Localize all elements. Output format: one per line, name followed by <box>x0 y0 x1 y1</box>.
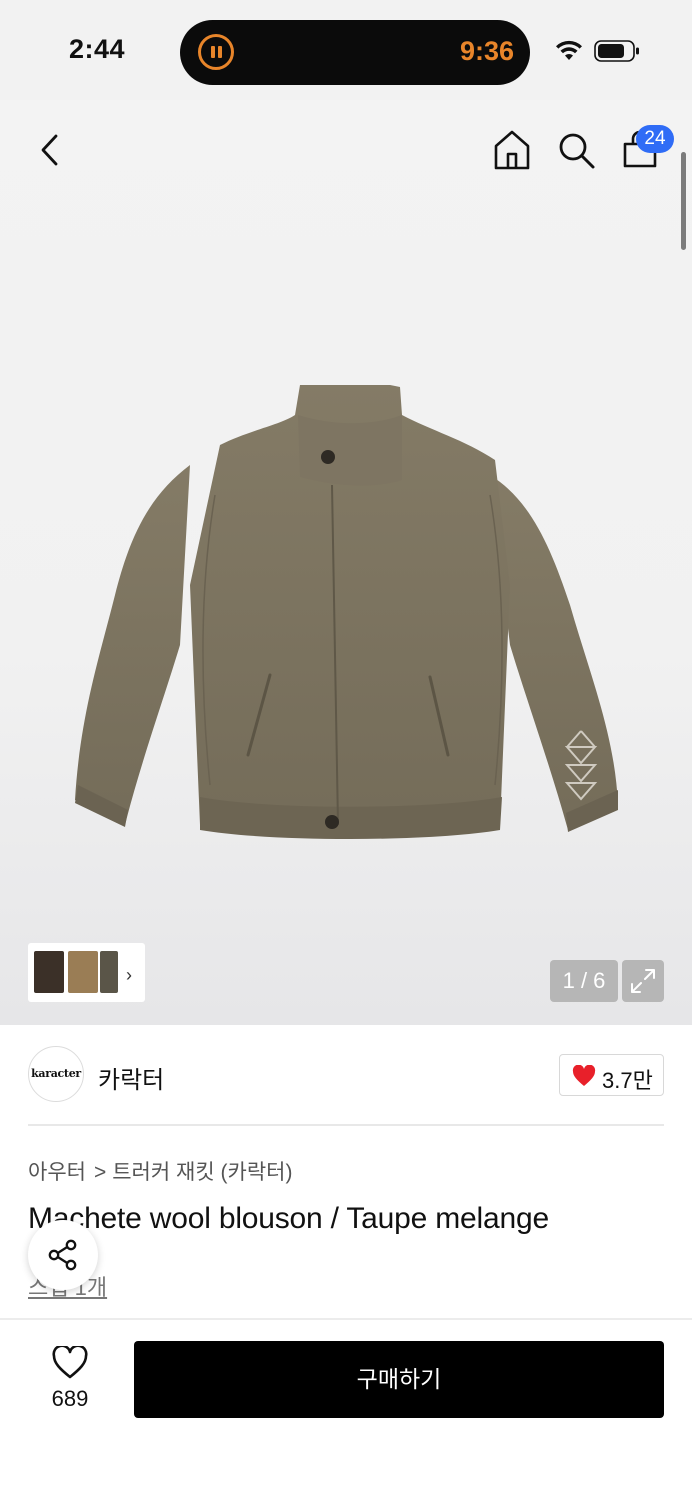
back-icon[interactable] <box>30 130 70 170</box>
brand-name[interactable]: 카락터 <box>98 1060 164 1095</box>
bottom-bar-divider <box>0 1318 692 1320</box>
expand-button[interactable] <box>622 960 664 1002</box>
island-timer: 9:36 <box>459 36 514 66</box>
brand-like-button[interactable]: 3.7만 <box>559 1054 664 1096</box>
page-indicator: 1 / 6 <box>550 960 618 1002</box>
brand-logo[interactable]: karacter <box>28 1046 84 1102</box>
divider <box>28 1124 664 1126</box>
share-icon <box>48 1239 77 1271</box>
product-title: Machete wool blouson / Taupe melange <box>28 1202 549 1235</box>
heart-filled-icon <box>572 1065 596 1086</box>
chevron-right-icon[interactable]: › <box>126 965 132 986</box>
breadcrumb-subcategory[interactable]: 트러커 재킷 (카락터) <box>112 1161 292 1184</box>
wishlist-button[interactable]: 689 <box>40 1346 100 1412</box>
dynamic-island[interactable]: 9:36 <box>180 20 530 85</box>
breadcrumb-category[interactable]: 아우터 <box>28 1161 86 1184</box>
status-time: 2:44 <box>69 34 126 64</box>
breadcrumb-separator: > <box>93 1161 107 1184</box>
brand-like-count: 3.7만 <box>602 1068 653 1093</box>
heart-outline-icon <box>52 1346 88 1379</box>
pause-icon[interactable] <box>198 34 234 70</box>
thumbnail-dark-brown[interactable] <box>34 951 64 993</box>
cart-badge: 24 <box>636 125 674 153</box>
home-icon[interactable] <box>492 128 532 172</box>
battery-icon <box>594 40 639 62</box>
search-icon[interactable] <box>556 130 596 170</box>
share-button[interactable] <box>28 1220 98 1290</box>
wifi-icon <box>556 40 582 60</box>
thumbnail-olive[interactable] <box>100 951 118 993</box>
scroll-indicator <box>681 152 686 250</box>
buy-button[interactable]: 구매하기 <box>134 1341 664 1418</box>
thumbnail-camel[interactable] <box>68 951 98 993</box>
status-bar: 2:44 9:36 <box>0 0 692 100</box>
breadcrumb: 아우터 > 트러커 재킷 (카락터) <box>28 1156 292 1186</box>
product-gallery[interactable]: 24 › 1 / 6 <box>0 100 692 1025</box>
wishlist-count: 689 <box>51 1386 89 1411</box>
expand-icon <box>631 969 655 993</box>
thumbnail-strip[interactable]: › <box>28 943 145 1002</box>
product-image[interactable] <box>70 385 625 850</box>
